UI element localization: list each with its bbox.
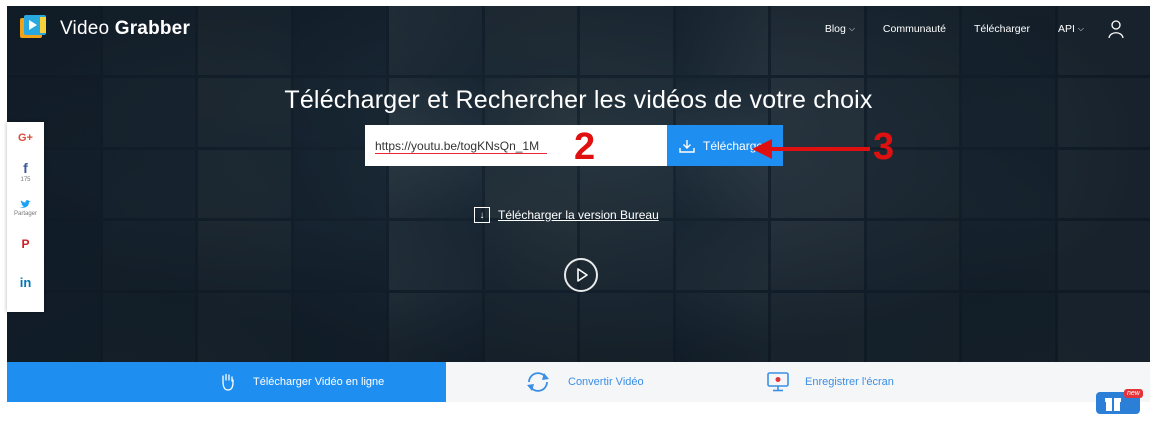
annotation-step-2: 2 bbox=[574, 126, 596, 168]
facebook-share-count: 175 bbox=[20, 177, 31, 183]
brand-name-bold: Grabber bbox=[114, 18, 191, 39]
play-icon bbox=[577, 268, 588, 282]
chevron-down-icon: ⌵ bbox=[848, 24, 855, 33]
tab-label: Télécharger Vidéo en ligne bbox=[253, 376, 385, 388]
facebook-share-button[interactable]: f 175 bbox=[7, 154, 44, 190]
twitter-share-label: Partager bbox=[13, 210, 37, 217]
nav-label: Communauté bbox=[882, 23, 946, 35]
download-icon bbox=[679, 139, 695, 153]
facebook-icon: f bbox=[23, 160, 28, 176]
convert-icon bbox=[527, 372, 549, 392]
annotation-arrow-icon bbox=[752, 139, 870, 159]
brand-name[interactable]: Video Grabber bbox=[60, 18, 190, 40]
nav-item-telecharger[interactable]: Télécharger bbox=[974, 23, 1030, 35]
nav-item-blog[interactable]: Blog ⌵ bbox=[825, 23, 855, 35]
nav-item-communaute[interactable]: Communauté bbox=[883, 23, 946, 35]
tab-label: Enregistrer l'écran bbox=[805, 376, 894, 388]
twitter-share-button[interactable]: Partager bbox=[7, 190, 44, 226]
user-icon[interactable] bbox=[1108, 20, 1124, 38]
hero-banner: Video Grabber Blog ⌵ Communauté Télécharg… bbox=[7, 6, 1150, 362]
brand-name-light: Video bbox=[60, 18, 115, 39]
tab-convert-video[interactable]: Convertir Vidéo bbox=[446, 362, 752, 402]
feature-tabs: Télécharger Vidéo en ligne Convertir Vid… bbox=[7, 362, 1150, 402]
pinterest-icon: P bbox=[21, 237, 30, 251]
chevron-down-icon: ⌵ bbox=[1077, 24, 1084, 33]
twitter-icon bbox=[20, 199, 31, 208]
pinterest-share-button[interactable]: P bbox=[7, 226, 44, 262]
nav-label: Télécharger bbox=[973, 23, 1030, 35]
social-share-bar: G+ f 175 Partager P in bbox=[7, 122, 44, 312]
top-navigation: Video Grabber Blog ⌵ Communauté Télécharg… bbox=[7, 6, 1150, 50]
desktop-version-link[interactable]: ↓ Télécharger la version Bureau bbox=[474, 207, 659, 223]
tab-screen-record[interactable]: Enregistrer l'écran bbox=[752, 362, 1150, 402]
google-plus-icon: G+ bbox=[18, 132, 33, 144]
tab-label: Convertir Vidéo bbox=[568, 376, 644, 388]
nav-label: Blog bbox=[824, 23, 846, 35]
nav-item-api[interactable]: API ⌵ bbox=[1058, 23, 1084, 35]
banner-overlay bbox=[7, 6, 1150, 362]
tab-download-online[interactable]: Télécharger Vidéo en ligne bbox=[7, 362, 446, 402]
main-nav: Blog ⌵ Communauté Télécharger API ⌵ bbox=[797, 20, 1124, 38]
video-grabber-logo-icon[interactable] bbox=[20, 15, 50, 41]
nav-label: API bbox=[1057, 23, 1075, 35]
screen-record-icon bbox=[767, 372, 789, 392]
linkedin-share-button[interactable]: in bbox=[7, 262, 44, 302]
annotation-step-3: 3 bbox=[873, 126, 895, 168]
desktop-version-label: Télécharger la version Bureau bbox=[498, 208, 659, 222]
play-video-button[interactable] bbox=[564, 258, 598, 292]
hand-icon bbox=[222, 373, 234, 391]
download-icon: ↓ bbox=[474, 207, 490, 223]
url-input[interactable] bbox=[365, 125, 667, 166]
url-spellcheck-underline bbox=[375, 153, 547, 154]
page-title: Télécharger et Rechercher les vidéos de … bbox=[284, 86, 873, 114]
google-plus-share-button[interactable]: G+ bbox=[7, 122, 44, 154]
new-badge: new bbox=[1124, 389, 1143, 398]
linkedin-icon: in bbox=[19, 274, 32, 290]
